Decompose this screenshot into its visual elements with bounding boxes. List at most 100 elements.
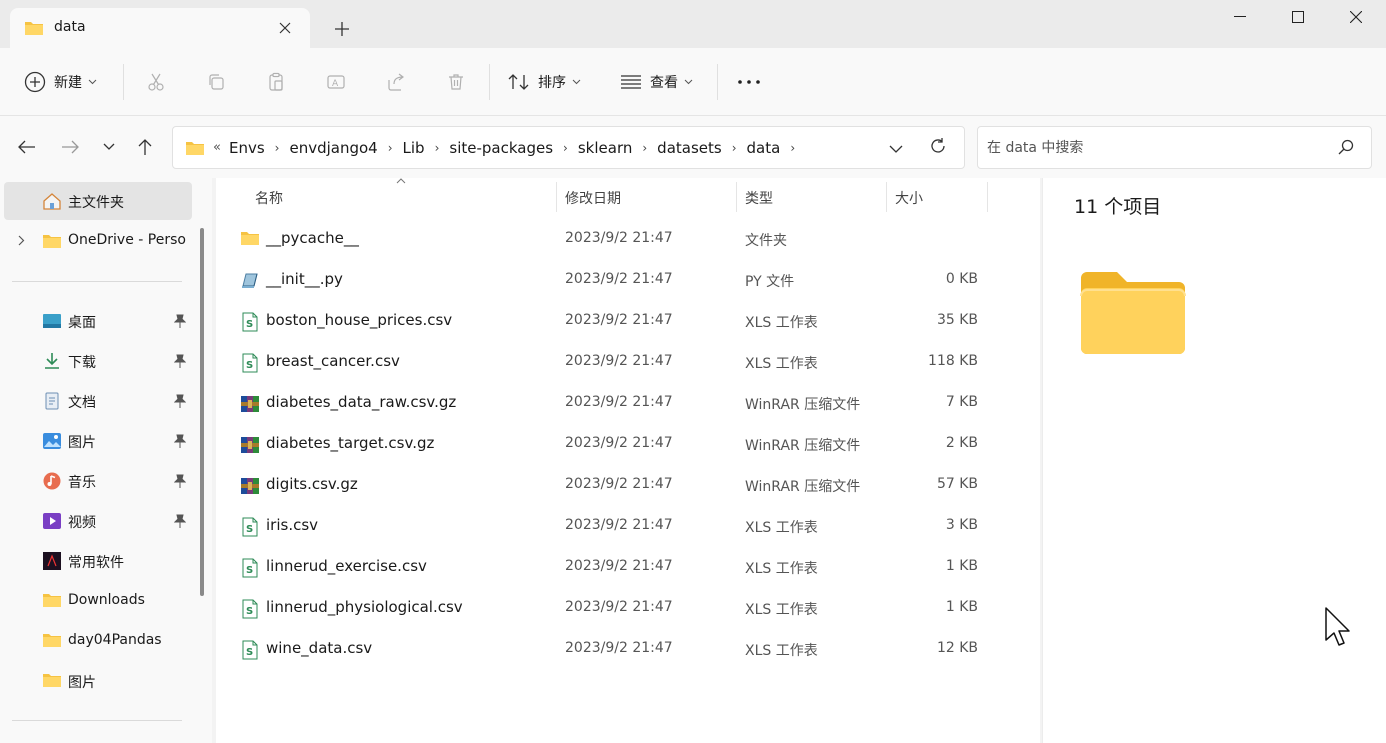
up-icon[interactable]	[131, 133, 159, 161]
pin-icon[interactable]	[173, 394, 187, 412]
breadcrumb-separator-icon[interactable]: ›	[732, 141, 737, 155]
table-row[interactable]: Sboston_house_prices.csv 2023/9/2 21:47 XL…	[234, 301, 1034, 341]
desktop-icon	[42, 312, 62, 330]
sidebar-item-onedrive[interactable]: OneDrive - Perso	[4, 222, 192, 260]
column-header-date[interactable]: 修改日期	[565, 188, 621, 208]
sidebar-item-folder[interactable]: 图片	[4, 662, 192, 700]
sidebar-item-folder[interactable]: 常用软件	[4, 542, 192, 580]
cut-icon[interactable]	[142, 68, 170, 96]
pin-icon[interactable]	[173, 474, 187, 492]
tab-data[interactable]: data	[10, 8, 310, 48]
breadcrumb-separator-icon[interactable]: ›	[563, 141, 568, 155]
table-row[interactable]: Swine_data.csv 2023/9/2 21:47 XLS 工作表 12 KB	[234, 629, 1034, 669]
file-name: digits.csv.gz	[266, 475, 358, 493]
breadcrumb-separator-icon[interactable]: ›	[435, 141, 440, 155]
column-header-name[interactable]: 名称	[255, 188, 283, 208]
more-options-icon[interactable]	[735, 68, 763, 96]
svg-text:S: S	[246, 360, 253, 371]
address-bar[interactable]: « Envs › envdjango4 › Lib › site-packages › skle…	[172, 126, 965, 169]
sidebar-item-home[interactable]: 主文件夹	[4, 182, 192, 220]
table-row[interactable]: diabetes_data_raw.csv.gz 2023/9/2 21:47 Wi…	[234, 383, 1034, 423]
view-button[interactable]: 查看	[620, 66, 693, 98]
new-tab-icon[interactable]	[330, 17, 354, 41]
table-row[interactable]: Slinnerud_physiological.csv 2023/9/2 21:4…	[234, 588, 1034, 628]
sidebar-item-folder[interactable]: Downloads	[4, 582, 192, 620]
breadcrumb-item[interactable]: data	[747, 139, 781, 157]
file-type: WinRAR 压缩文件	[745, 397, 861, 413]
sidebar-item-pinned[interactable]: 图片	[4, 422, 192, 460]
file-name: linnerud_exercise.csv	[266, 557, 427, 575]
csv-file-icon: S	[240, 353, 260, 373]
pin-icon[interactable]	[173, 434, 187, 452]
table-row[interactable]: digits.csv.gz 2023/9/2 21:47 WinRAR 压缩文件 57…	[234, 465, 1034, 505]
breadcrumb-item[interactable]: site-packages	[449, 139, 553, 157]
pin-icon[interactable]	[173, 514, 187, 532]
close-window-icon[interactable]	[1327, 0, 1385, 34]
forward-icon[interactable]	[56, 133, 84, 161]
sidebar-item-pinned[interactable]: 下载	[4, 342, 192, 380]
recent-locations-icon[interactable]	[95, 133, 123, 161]
sidebar-scrollbar[interactable]	[200, 228, 204, 596]
sidebar-item-pinned[interactable]: 视频	[4, 502, 192, 540]
file-size: 0 KB	[945, 271, 978, 287]
breadcrumb-item[interactable]: envdjango4	[289, 139, 377, 157]
table-row[interactable]: Slinnerud_exercise.csv 2023/9/2 21:47 XLS …	[234, 547, 1034, 587]
breadcrumb-item[interactable]: Lib	[403, 139, 425, 157]
column-divider[interactable]	[556, 182, 557, 212]
table-row[interactable]: __pycache__ 2023/9/2 21:47 文件夹	[234, 219, 1034, 259]
delete-icon[interactable]	[442, 68, 470, 96]
sidebar-item-folder[interactable]: day04Pandas	[4, 622, 192, 660]
tab-close-icon[interactable]	[274, 17, 296, 39]
sidebar-item-pinned[interactable]: 音乐	[4, 462, 192, 500]
breadcrumb-item[interactable]: datasets	[657, 139, 722, 157]
column-divider[interactable]	[886, 182, 887, 212]
address-dropdown-icon[interactable]	[889, 138, 903, 157]
sort-button[interactable]: 排序	[508, 66, 581, 98]
pin-icon[interactable]	[173, 354, 187, 372]
back-icon[interactable]	[13, 133, 41, 161]
paste-icon[interactable]	[262, 68, 290, 96]
table-row[interactable]: Siris.csv 2023/9/2 21:47 XLS 工作表 3 KB	[234, 506, 1034, 546]
file-type: XLS 工作表	[745, 643, 818, 659]
column-header-type[interactable]: 类型	[745, 188, 773, 208]
search-input[interactable]	[987, 137, 1327, 159]
breadcrumb-item[interactable]: sklearn	[578, 139, 633, 157]
column-header-size[interactable]: 大小	[895, 188, 923, 208]
file-date: 2023/9/2 21:47	[565, 353, 673, 369]
svg-text:S: S	[246, 647, 253, 658]
column-divider[interactable]	[987, 182, 988, 212]
breadcrumb-item[interactable]: Envs	[229, 139, 265, 157]
file-name: boston_house_prices.csv	[266, 311, 453, 329]
maximize-icon[interactable]	[1269, 0, 1327, 34]
search-icon[interactable]	[1338, 139, 1354, 159]
table-row[interactable]: Sbreast_cancer.csv 2023/9/2 21:47 XLS 工作表 1…	[234, 342, 1034, 382]
svg-text:A: A	[332, 79, 339, 89]
mouse-cursor-icon	[1325, 607, 1350, 646]
chevron-right-icon[interactable]	[18, 235, 25, 246]
breadcrumb-separator-icon[interactable]: ›	[388, 141, 393, 155]
breadcrumb-separator-icon[interactable]: ›	[790, 141, 795, 155]
download-icon	[42, 352, 62, 370]
sidebar-item-label: 主文件夹	[68, 195, 124, 211]
breadcrumb-overflow[interactable]: «	[213, 140, 221, 155]
new-button[interactable]: 新建	[24, 66, 97, 98]
minimize-icon[interactable]	[1211, 0, 1269, 34]
refresh-icon[interactable]	[929, 137, 947, 159]
copy-icon[interactable]	[202, 68, 230, 96]
rename-icon[interactable]: A	[322, 68, 350, 96]
breadcrumb-separator-icon[interactable]: ›	[275, 141, 280, 155]
breadcrumb-separator-icon[interactable]: ›	[642, 141, 647, 155]
large-folder-icon	[1080, 272, 1186, 354]
table-row[interactable]: __init__.py 2023/9/2 21:47 PY 文件 0 KB	[234, 260, 1034, 300]
table-row[interactable]: diabetes_target.csv.gz 2023/9/2 21:47 WinR…	[234, 424, 1034, 464]
pictures-icon	[42, 432, 62, 450]
pin-icon[interactable]	[173, 314, 187, 332]
csv-file-icon: S	[240, 640, 260, 660]
file-date: 2023/9/2 21:47	[565, 271, 673, 287]
archive-file-icon	[240, 476, 260, 496]
column-divider[interactable]	[736, 182, 737, 212]
sidebar-item-pinned[interactable]: 桌面	[4, 302, 192, 340]
share-icon[interactable]	[382, 68, 410, 96]
file-type: 文件夹	[745, 233, 787, 249]
sidebar-item-pinned[interactable]: 文档	[4, 382, 192, 420]
